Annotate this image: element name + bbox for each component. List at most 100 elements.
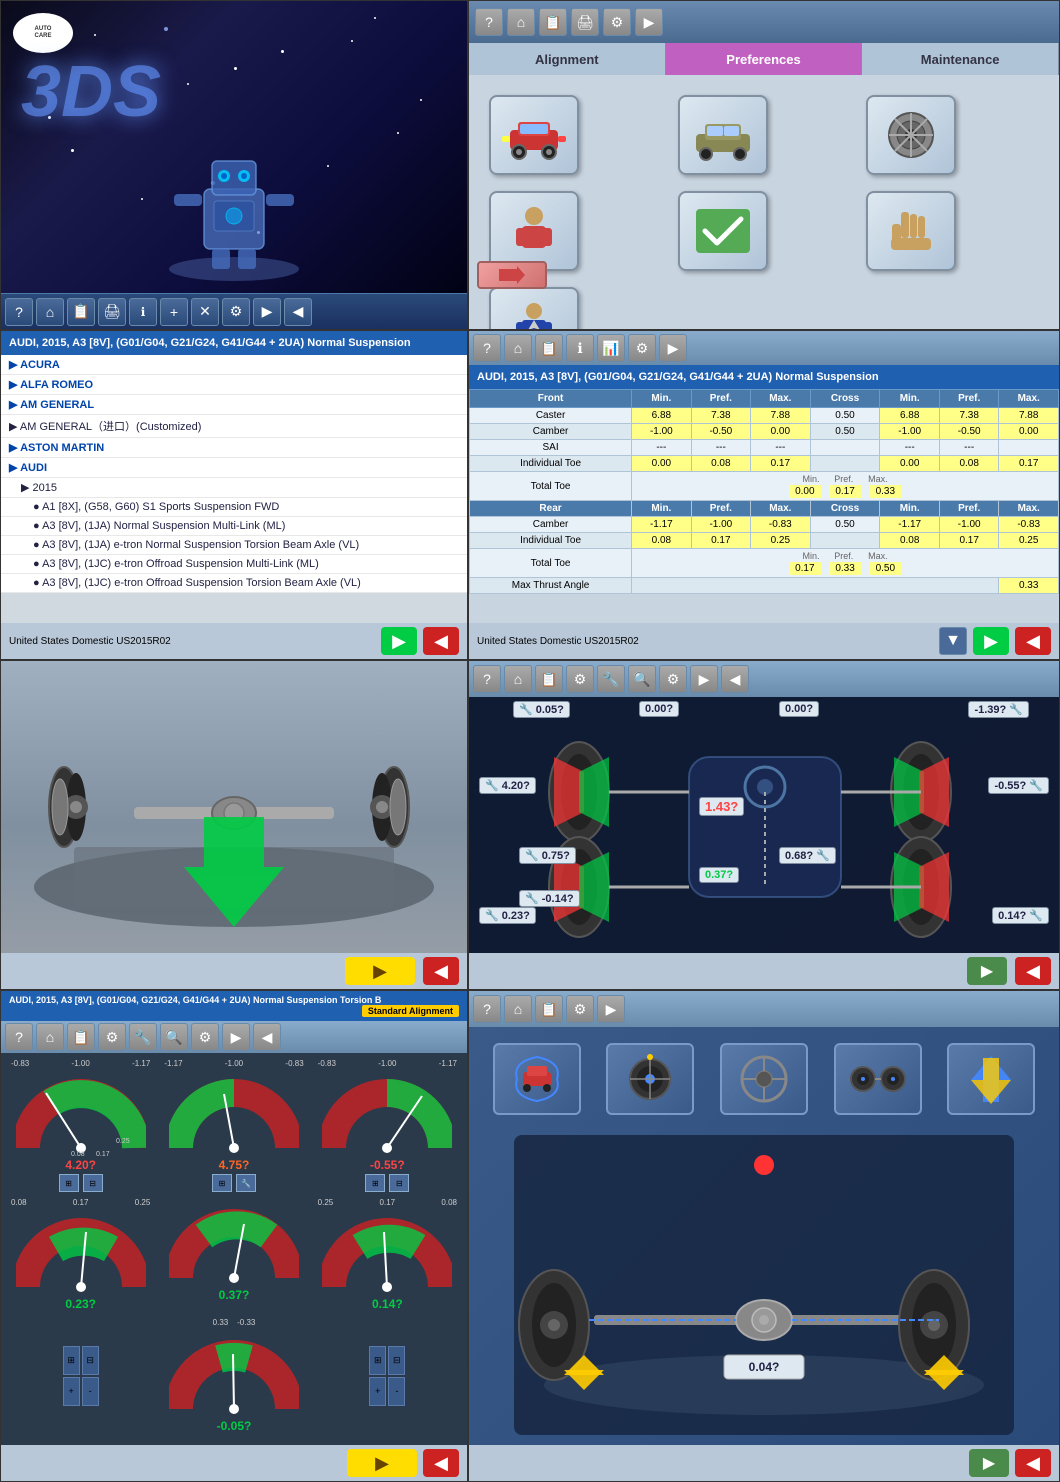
live-back-btn[interactable]: ◀ bbox=[1015, 957, 1051, 985]
small-icon-7[interactable]: + bbox=[369, 1377, 386, 1406]
live-settings-btn[interactable]: ⚙ bbox=[659, 665, 687, 693]
list-item-aston[interactable]: ▶ ASTON MARTIN bbox=[1, 438, 467, 458]
list-item-a3-1ja-ml[interactable]: ● A3 [8V], (1JA) Normal Suspension Multi… bbox=[1, 517, 467, 536]
g-settings-btn[interactable]: ⚙ bbox=[191, 1023, 219, 1051]
help-btn[interactable]: ? bbox=[5, 298, 33, 326]
specs-help-btn[interactable]: ? bbox=[473, 334, 501, 362]
tool-btn-car-rotate[interactable] bbox=[493, 1043, 581, 1115]
g-gear-btn[interactable]: ⚙ bbox=[98, 1023, 126, 1051]
tools-green-btn[interactable]: ▶ bbox=[969, 1449, 1009, 1477]
prefs-print-btn[interactable]: 🖨 bbox=[571, 8, 599, 36]
live-help-btn[interactable]: ? bbox=[473, 665, 501, 693]
live-green-btn[interactable]: ▶ bbox=[967, 957, 1007, 985]
tools-back-btn[interactable]: ◀ bbox=[1015, 1449, 1051, 1477]
tools-help-btn[interactable]: ? bbox=[473, 995, 501, 1023]
gauge-icon-3[interactable]: ⊞ bbox=[212, 1174, 232, 1192]
tab-alignment[interactable]: Alignment bbox=[469, 43, 666, 75]
prefs-gear-btn[interactable]: ⚙ bbox=[603, 8, 631, 36]
pref-wheel-settings-btn[interactable] bbox=[866, 95, 956, 175]
live-doc-btn[interactable]: 📋 bbox=[535, 665, 563, 693]
specs-doc-btn[interactable]: 📋 bbox=[535, 334, 563, 362]
list-item-a3-1ja-vl[interactable]: ● A3 [8V], (1JA) e-tron Normal Suspensio… bbox=[1, 536, 467, 555]
g-home-btn[interactable]: ⌂ bbox=[36, 1023, 64, 1051]
small-icon-1[interactable]: ⊞ bbox=[63, 1346, 80, 1376]
list-item-a3-1jc-ml[interactable]: ● A3 [8V], (1JC) e-tron Offroad Suspensi… bbox=[1, 555, 467, 574]
vehicle-list-body[interactable]: ▶ ACURA ▶ ALFA ROMEO ▶ AM GENERAL ▶ AM G… bbox=[1, 355, 467, 593]
gauges-yellow-btn[interactable]: ▶ bbox=[347, 1449, 417, 1477]
specs-next-btn[interactable]: ▶ bbox=[973, 627, 1009, 655]
pref-person-icon-btn[interactable] bbox=[489, 191, 579, 271]
tools-next-btn[interactable]: ▶ bbox=[597, 995, 625, 1023]
small-icon-3[interactable]: + bbox=[63, 1377, 80, 1406]
save-btn[interactable]: 📋 bbox=[67, 298, 95, 326]
small-icon-4[interactable]: - bbox=[82, 1377, 99, 1406]
gauges-back-btn[interactable]: ◀ bbox=[423, 1449, 459, 1477]
add-btn[interactable]: + bbox=[160, 298, 188, 326]
g-help-btn[interactable]: ? bbox=[5, 1023, 33, 1051]
list-item-a3-1jc-vl[interactable]: ● A3 [8V], (1JC) e-tron Offroad Suspensi… bbox=[1, 574, 467, 593]
tools-doc-btn[interactable]: 📋 bbox=[535, 995, 563, 1023]
prefs-home-btn[interactable]: ⌂ bbox=[507, 8, 535, 36]
list-item-alfa[interactable]: ▶ ALFA ROMEO bbox=[1, 375, 467, 395]
small-icon-8[interactable]: - bbox=[388, 1377, 405, 1406]
nav-next-btn[interactable]: ▶ bbox=[381, 627, 417, 655]
live-back-btn[interactable]: ◀ bbox=[721, 665, 749, 693]
specs-info-btn[interactable]: ℹ bbox=[566, 334, 594, 362]
list-item-2015[interactable]: ▶ 2015 bbox=[1, 478, 467, 498]
list-item-acura[interactable]: ▶ ACURA bbox=[1, 355, 467, 375]
list-item-a1[interactable]: ● A1 [8X], (G58, G60) S1 Sports Suspensi… bbox=[1, 498, 467, 517]
live-fwd-btn[interactable]: ▶ bbox=[690, 665, 718, 693]
tool-btn-direction[interactable] bbox=[947, 1043, 1035, 1115]
small-icon-2[interactable]: ⊟ bbox=[82, 1346, 99, 1376]
specs-down-btn[interactable]: ▼ bbox=[939, 627, 967, 655]
settings-btn[interactable]: ⚙ bbox=[222, 298, 250, 326]
g-next-btn[interactable]: ▶ bbox=[222, 1023, 250, 1051]
nav-back-btn[interactable]: ◀ bbox=[423, 627, 459, 655]
prefs-arrow-btn[interactable] bbox=[477, 261, 547, 289]
specs-chart-btn[interactable]: 📊 bbox=[597, 334, 625, 362]
gauge-icon-6[interactable]: ⊟ bbox=[389, 1174, 409, 1192]
gauge-icon-5[interactable]: ⊞ bbox=[365, 1174, 385, 1192]
prefs-next-btn[interactable]: ▶ bbox=[635, 8, 663, 36]
specs-gear-btn[interactable]: ⚙ bbox=[628, 334, 656, 362]
tab-preferences[interactable]: Preferences bbox=[666, 43, 863, 75]
tab-maintenance[interactable]: Maintenance bbox=[862, 43, 1059, 75]
info-btn[interactable]: ℹ bbox=[129, 298, 157, 326]
live-wrench-btn[interactable]: 🔧 bbox=[597, 665, 625, 693]
live-zoom-btn[interactable]: 🔍 bbox=[628, 665, 656, 693]
tools-gear-btn[interactable]: ⚙ bbox=[566, 995, 594, 1023]
prefs-help-btn[interactable]: ? bbox=[475, 8, 503, 36]
live-home-btn[interactable]: ⌂ bbox=[504, 665, 532, 693]
pref-checkmark-icon-btn[interactable] bbox=[678, 191, 768, 271]
live-gear-btn[interactable]: ⚙ bbox=[566, 665, 594, 693]
next-btn[interactable]: ▶ bbox=[253, 298, 281, 326]
wheel-back-btn[interactable]: ◀ bbox=[423, 957, 459, 985]
tools-home-btn[interactable]: ⌂ bbox=[504, 995, 532, 1023]
g-doc-btn[interactable]: 📋 bbox=[67, 1023, 95, 1051]
pref-car-icon-btn[interactable] bbox=[489, 95, 579, 175]
tool-btn-wheel-sensor[interactable] bbox=[606, 1043, 694, 1115]
home-btn[interactable]: ⌂ bbox=[36, 298, 64, 326]
prefs-doc-btn[interactable]: 📋 bbox=[539, 8, 567, 36]
print-btn[interactable]: 🖨 bbox=[98, 298, 126, 326]
gauge-icon-2[interactable]: ⊟ bbox=[83, 1174, 103, 1192]
list-item-audi[interactable]: ▶ AUDI bbox=[1, 458, 467, 478]
pref-suit-icon-btn[interactable] bbox=[489, 287, 579, 330]
g-wrench-btn[interactable]: 🔧 bbox=[129, 1023, 157, 1051]
specs-back-btn[interactable]: ◀ bbox=[1015, 627, 1051, 655]
specs-next-btn[interactable]: ▶ bbox=[659, 334, 687, 362]
specs-home-btn[interactable]: ⌂ bbox=[504, 334, 532, 362]
pref-sedan-icon-btn[interactable] bbox=[678, 95, 768, 175]
list-item-am[interactable]: ▶ AM GENERAL bbox=[1, 395, 467, 415]
g-back-btn[interactable]: ◀ bbox=[253, 1023, 281, 1051]
g-zoom-btn[interactable]: 🔍 bbox=[160, 1023, 188, 1051]
gauge-icon-1[interactable]: ⊞ bbox=[59, 1174, 79, 1192]
tool-btn-wheel-pair[interactable] bbox=[834, 1043, 922, 1115]
pref-hand-icon-btn[interactable] bbox=[866, 191, 956, 271]
gauge-icon-4[interactable]: 🔧 bbox=[236, 1174, 256, 1192]
tool-btn-steering[interactable] bbox=[720, 1043, 808, 1115]
small-icon-6[interactable]: ⊟ bbox=[388, 1346, 405, 1376]
small-icon-5[interactable]: ⊞ bbox=[369, 1346, 386, 1376]
back-btn[interactable]: ◀ bbox=[284, 298, 312, 326]
wheel-yellow-btn[interactable]: ▶ bbox=[345, 957, 415, 985]
